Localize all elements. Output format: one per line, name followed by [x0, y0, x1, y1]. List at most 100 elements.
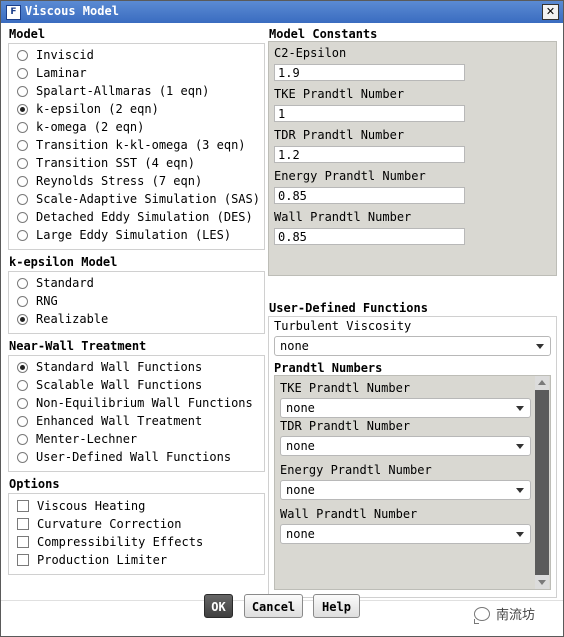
- radio-button[interactable]: [17, 175, 28, 187]
- cancel-button[interactable]: Cancel: [244, 594, 303, 618]
- scroll-up-arrow-icon[interactable]: [535, 376, 549, 390]
- constant-label-wall-prandtl: Wall Prandtl Number: [274, 210, 412, 224]
- constant-input-c2-epsilon[interactable]: 1.9: [274, 64, 465, 81]
- dropdown-value: none: [280, 339, 309, 353]
- ke-option-standard[interactable]: Standard: [17, 275, 94, 291]
- wall-option-menter-lechner[interactable]: Menter-Lechner: [17, 431, 137, 447]
- radio-button[interactable]: [17, 415, 28, 427]
- ke-option-realizable[interactable]: Realizable: [17, 311, 108, 327]
- model-option-les[interactable]: Large Eddy Simulation (LES): [17, 227, 231, 243]
- model-option-k-omega[interactable]: k-omega (2 eqn): [17, 119, 144, 135]
- udf-label-wall-prandtl: Wall Prandtl Number: [280, 507, 418, 521]
- help-button[interactable]: Help: [313, 594, 360, 618]
- model-option-des[interactable]: Detached Eddy Simulation (DES): [17, 209, 253, 225]
- radio-button[interactable]: [17, 49, 28, 61]
- radio-button[interactable]: [17, 397, 28, 409]
- model-option-sas[interactable]: Scale-Adaptive Simulation (SAS): [17, 191, 260, 207]
- constant-label-tdr-prandtl: TDR Prandtl Number: [274, 128, 405, 142]
- close-button[interactable]: ✕: [542, 4, 559, 20]
- turbulent-viscosity-label: Turbulent Viscosity: [274, 319, 412, 333]
- option-label: k-epsilon (2 eqn): [36, 102, 159, 116]
- wall-option-user-defined[interactable]: User-Defined Wall Functions: [17, 449, 231, 465]
- option-curvature-correction[interactable]: Curvature Correction: [17, 516, 182, 532]
- radio-button[interactable]: [17, 211, 28, 223]
- radio-button[interactable]: [17, 193, 28, 205]
- udf-dropdown-tke-prandtl[interactable]: none: [280, 398, 531, 418]
- udf-group: Turbulent Viscosity none Prandtl Numbers…: [268, 316, 557, 598]
- options-section-title: Options: [9, 477, 60, 491]
- wall-option-scalable[interactable]: Scalable Wall Functions: [17, 377, 202, 393]
- radio-button[interactable]: [17, 451, 28, 463]
- model-option-inviscid[interactable]: Inviscid: [17, 47, 94, 63]
- option-label: Standard: [36, 276, 94, 290]
- radio-button[interactable]: [17, 157, 28, 169]
- radio-button-selected[interactable]: [17, 103, 28, 115]
- chevron-down-icon: [536, 344, 544, 349]
- radio-button-selected[interactable]: [17, 313, 28, 325]
- option-label: Laminar: [36, 66, 87, 80]
- constant-input-tke-prandtl[interactable]: 1: [274, 105, 465, 122]
- checkbox[interactable]: [17, 518, 29, 530]
- radio-button[interactable]: [17, 277, 28, 289]
- udf-label-tke-prandtl: TKE Prandtl Number: [280, 381, 411, 395]
- constant-input-wall-prandtl[interactable]: 0.85: [274, 228, 465, 245]
- prandtl-scrollbar[interactable]: [535, 376, 549, 589]
- checkbox[interactable]: [17, 500, 29, 512]
- wall-option-enhanced[interactable]: Enhanced Wall Treatment: [17, 413, 202, 429]
- checkbox[interactable]: [17, 536, 29, 548]
- scroll-down-arrow-icon[interactable]: [535, 575, 549, 589]
- constant-label-tke-prandtl: TKE Prandtl Number: [274, 87, 405, 101]
- model-option-transition-k-kl-omega[interactable]: Transition k-kl-omega (3 eqn): [17, 137, 246, 153]
- window-title: Viscous Model: [25, 4, 119, 18]
- ke-model-section-title: k-epsilon Model: [9, 255, 118, 269]
- ok-button[interactable]: OK: [204, 594, 233, 618]
- ke-option-rng[interactable]: RNG: [17, 293, 58, 309]
- model-option-spalart-allmaras[interactable]: Spalart-Allmaras (1 eqn): [17, 83, 209, 99]
- watermark: 南流坊: [474, 604, 535, 624]
- option-label: Inviscid: [36, 48, 94, 62]
- dropdown-value: none: [286, 439, 315, 453]
- option-label: Scale-Adaptive Simulation (SAS): [36, 192, 260, 206]
- turbulent-viscosity-dropdown[interactable]: none: [274, 336, 551, 356]
- radio-button[interactable]: [17, 139, 28, 151]
- wall-option-non-equilibrium[interactable]: Non-Equilibrium Wall Functions: [17, 395, 253, 411]
- udf-dropdown-energy-prandtl[interactable]: none: [280, 480, 531, 500]
- model-option-reynolds-stress[interactable]: Reynolds Stress (7 eqn): [17, 173, 202, 189]
- radio-button[interactable]: [17, 295, 28, 307]
- option-label: Viscous Heating: [37, 499, 146, 513]
- scrollbar-thumb[interactable]: [536, 390, 548, 575]
- viscous-model-dialog: F Viscous Model ✕ Model Inviscid Laminar…: [0, 0, 564, 637]
- radio-button[interactable]: [17, 67, 28, 79]
- option-viscous-heating[interactable]: Viscous Heating: [17, 498, 145, 514]
- udf-dropdown-tdr-prandtl[interactable]: none: [280, 436, 531, 456]
- option-label: RNG: [36, 294, 58, 308]
- radio-button[interactable]: [17, 379, 28, 391]
- constant-input-energy-prandtl[interactable]: 0.85: [274, 187, 465, 204]
- option-label: Standard Wall Functions: [36, 360, 203, 374]
- option-label: Non-Equilibrium Wall Functions: [36, 396, 253, 410]
- model-option-k-epsilon[interactable]: k-epsilon (2 eqn): [17, 101, 159, 117]
- option-compressibility-effects[interactable]: Compressibility Effects: [17, 534, 203, 550]
- checkbox[interactable]: [17, 554, 29, 566]
- option-production-limiter[interactable]: Production Limiter: [17, 552, 167, 568]
- model-option-transition-sst[interactable]: Transition SST (4 eqn): [17, 155, 195, 171]
- constants-section-title: Model Constants: [269, 27, 378, 41]
- title-bar[interactable]: F Viscous Model ✕: [1, 1, 563, 23]
- udf-dropdown-wall-prandtl[interactable]: none: [280, 524, 531, 544]
- radio-button[interactable]: [17, 85, 28, 97]
- constant-label-c2-epsilon: C2-Epsilon: [274, 46, 347, 60]
- udf-section-title: User-Defined Functions: [269, 301, 428, 315]
- constant-input-tdr-prandtl[interactable]: 1.2: [274, 146, 465, 163]
- model-option-laminar[interactable]: Laminar: [17, 65, 87, 81]
- chevron-down-icon: [516, 444, 524, 449]
- radio-button[interactable]: [17, 433, 28, 445]
- radio-button[interactable]: [17, 229, 28, 241]
- option-label: k-omega (2 eqn): [36, 120, 145, 134]
- option-label: Realizable: [36, 312, 109, 326]
- option-label: Detached Eddy Simulation (DES): [36, 210, 253, 224]
- radio-button-selected[interactable]: [17, 361, 28, 373]
- chevron-down-icon: [516, 406, 524, 411]
- wall-option-standard[interactable]: Standard Wall Functions: [17, 359, 202, 375]
- radio-button[interactable]: [17, 121, 28, 133]
- prandtl-numbers-title: Prandtl Numbers: [274, 361, 383, 375]
